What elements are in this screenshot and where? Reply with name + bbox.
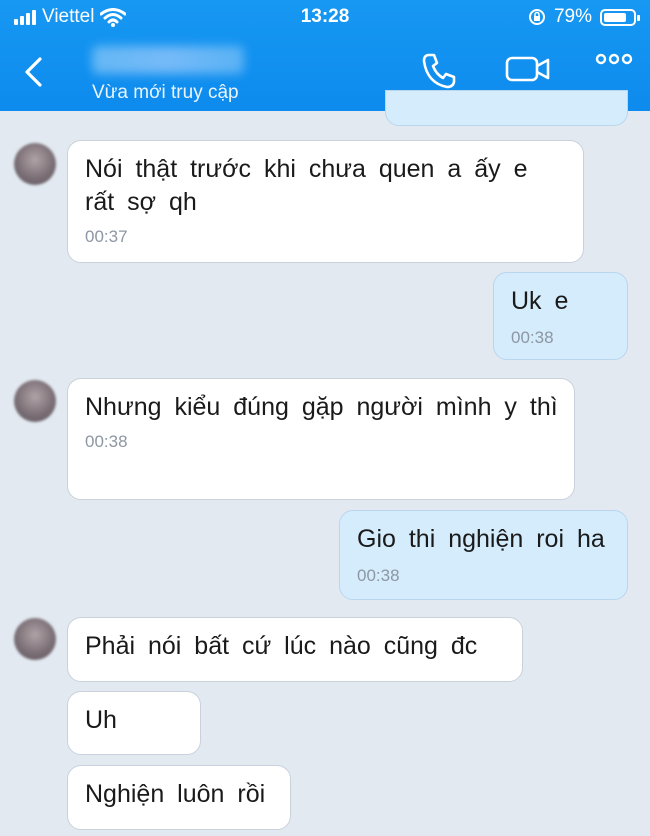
more-options-button[interactable] [592,52,636,92]
message-bubble[interactable]: Nghiện luôn rồi [67,765,291,830]
message-bubble[interactable]: Uh [67,691,201,755]
battery-icon [600,8,640,26]
status-bar: Viettel 13:28 79% [0,6,650,30]
message-time: 00:38 [511,328,554,347]
video-call-button[interactable] [504,52,552,92]
previous-message-bubble [385,90,628,126]
message-bubble[interactable]: Phải nói bất cứ lúc nào cũng đc [67,617,523,682]
message-text: Nói thật trước khi chưa quen a ấy e rất … [85,155,528,216]
last-seen-status: Vừa mới truy cập [92,82,239,103]
message-text: Nghiện luôn rồi [85,780,266,808]
message-bubble[interactable]: Nhưng kiểu đúng gặp người mình y thì 00:… [67,378,575,500]
orientation-lock-icon [528,9,545,25]
message-text: Uh [85,706,117,734]
contact-avatar[interactable] [14,618,56,660]
more-icon [595,53,633,65]
back-icon[interactable] [20,54,50,90]
sent-message-bubble[interactable]: Gio thi nghiện roi ha 00:38 [339,510,628,600]
message-text: Nhưng kiểu đúng gặp người mình y thì [85,393,558,421]
message-time: 00:38 [85,432,128,451]
phone-call-button[interactable] [417,52,461,92]
message-bubble[interactable]: Nói thật trước khi chưa quen a ấy e rất … [67,140,584,263]
message-text: Uk e [511,287,569,315]
contact-name-blurred[interactable] [92,46,244,74]
message-text: Phải nói bất cứ lúc nào cũng đc [85,632,478,660]
message-time: 00:38 [357,566,400,585]
contact-avatar[interactable] [14,143,56,185]
contact-avatar[interactable] [14,380,56,422]
sent-message-bubble[interactable]: Uk e 00:38 [493,272,628,360]
message-text: Gio thi nghiện roi ha [357,525,605,553]
video-call-icon [505,56,550,82]
message-time: 00:37 [85,227,128,246]
battery-percent: 79% [553,6,592,27]
phone-icon [422,53,456,89]
